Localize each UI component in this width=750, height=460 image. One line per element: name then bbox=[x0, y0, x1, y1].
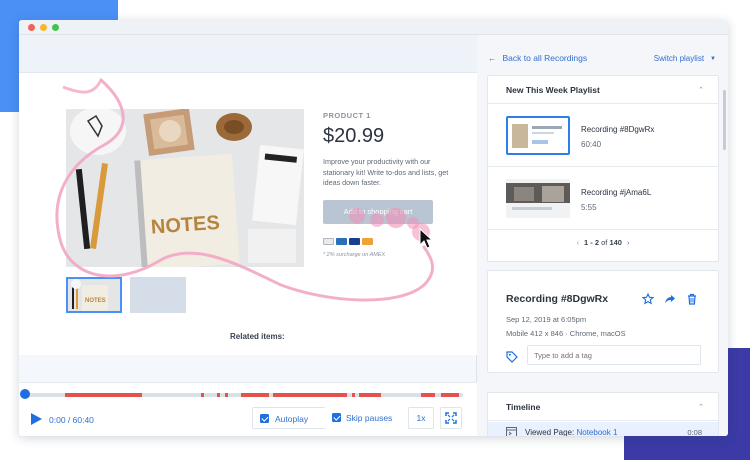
event-page-link[interactable]: Notebook 1 bbox=[576, 428, 617, 436]
maximize-window-dot[interactable] bbox=[52, 24, 59, 31]
product-thumbnail-1[interactable]: NOTES bbox=[66, 277, 122, 313]
amex-icon bbox=[336, 238, 347, 245]
skip-pauses-toggle[interactable]: Skip pauses bbox=[324, 407, 402, 429]
switch-playlist-dropdown[interactable]: Switch playlist ▼ bbox=[654, 54, 716, 63]
skip-pauses-checkbox[interactable] bbox=[332, 413, 341, 422]
related-items-heading: Related items: bbox=[230, 332, 285, 341]
chevron-up-icon[interactable]: ⌃ bbox=[698, 86, 704, 94]
recording-device: Mobile 412 x 846 · Chrome, macOS bbox=[506, 329, 626, 338]
mastercard-icon bbox=[362, 238, 373, 245]
replayed-page: NOTES NOTES PRODUCT 1 $20.99 Improve you… bbox=[19, 73, 477, 355]
event-segment bbox=[421, 393, 435, 397]
playlist-pagination: ‹ 1 - 2 of 140 › bbox=[488, 238, 718, 247]
pager-total: 140 bbox=[609, 238, 622, 247]
event-segment bbox=[217, 393, 220, 397]
replay-stage-header bbox=[19, 35, 477, 73]
product-price: $20.99 bbox=[323, 125, 385, 147]
product-thumbnail-2[interactable] bbox=[130, 277, 186, 313]
product-description: Improve your productivity with our stati… bbox=[323, 157, 449, 187]
event-segment bbox=[225, 393, 228, 397]
page-view-icon bbox=[506, 427, 517, 436]
visa-icon bbox=[349, 238, 360, 245]
timeline-panel: Timeline ⌃ Viewed Page: Notebook 1 0:08 bbox=[487, 392, 719, 436]
arrow-left-icon: ← bbox=[488, 53, 497, 63]
pager-range: 1 - 2 bbox=[584, 238, 600, 247]
event-segment bbox=[359, 393, 381, 397]
tag-input[interactable] bbox=[527, 345, 701, 365]
autoplay-label: Autoplay bbox=[275, 413, 309, 424]
event-segment bbox=[273, 393, 347, 397]
trash-icon[interactable] bbox=[686, 293, 698, 305]
product-label: PRODUCT 1 bbox=[323, 111, 371, 120]
skip-pauses-label: Skip pauses bbox=[346, 412, 393, 423]
timeline-event-text: Viewed Page: Notebook 1 bbox=[525, 428, 617, 436]
recording-date: Sep 12, 2019 at 6:05pm bbox=[506, 315, 587, 324]
event-segment bbox=[352, 393, 355, 397]
mouse-cursor-icon bbox=[419, 228, 434, 249]
recording-details-panel: Recording #8DgwRx Sep 12, 2019 at 6:05pm… bbox=[487, 270, 719, 373]
event-time: 0:08 bbox=[687, 428, 702, 436]
event-label: Viewed Page: bbox=[525, 428, 575, 436]
caret-down-icon: ▼ bbox=[710, 56, 716, 62]
chevron-right-icon[interactable]: › bbox=[627, 238, 630, 247]
recording-thumbnail bbox=[506, 179, 570, 218]
playback-timeline[interactable] bbox=[25, 393, 463, 397]
app-window: NOTES NOTES PRODUCT 1 $20.99 Improve you… bbox=[19, 20, 728, 436]
window-titlebar bbox=[19, 20, 728, 35]
event-segment bbox=[201, 393, 204, 397]
recording-actions bbox=[642, 293, 702, 305]
thumb-notes-text: NOTES bbox=[85, 298, 106, 304]
add-to-cart-button[interactable]: Add to shopping cart bbox=[323, 200, 433, 224]
playlist-panel: New This Week Playlist ⌃ Recording #8Dgw… bbox=[487, 75, 719, 262]
event-segment bbox=[441, 393, 459, 397]
playlist-title: New This Week Playlist bbox=[506, 85, 600, 95]
card-icon bbox=[323, 238, 334, 245]
event-segment bbox=[65, 393, 142, 397]
replay-pane: NOTES NOTES PRODUCT 1 $20.99 Improve you… bbox=[19, 35, 477, 436]
share-icon[interactable] bbox=[664, 293, 676, 305]
timeline-header[interactable]: Timeline ⌃ bbox=[488, 393, 718, 421]
timeline-event-row[interactable]: Viewed Page: Notebook 1 0:08 bbox=[488, 422, 718, 436]
back-to-recordings-link[interactable]: ← Back to all Recordings bbox=[488, 53, 587, 63]
player-controls: 0:00 / 60:40 Autoplay Skip pauses 1x bbox=[19, 382, 477, 436]
pager-of: of bbox=[601, 238, 608, 247]
playlist-header[interactable]: New This Week Playlist ⌃ bbox=[488, 76, 718, 104]
autoplay-checkbox[interactable] bbox=[260, 414, 269, 423]
back-link-label: Back to all Recordings bbox=[502, 53, 588, 63]
playlist-item-active[interactable]: Recording #8DgwRx 60:40 bbox=[488, 105, 718, 167]
recording-sidebar: ← Back to all Recordings Switch playlist ▼… bbox=[477, 35, 728, 436]
surcharge-note: * 2% surcharge on AMEX bbox=[323, 252, 386, 258]
recording-name: Recording #8DgwRx bbox=[581, 125, 655, 134]
playback-time: 0:00 / 60:40 bbox=[49, 415, 94, 425]
minimize-window-dot[interactable] bbox=[40, 24, 47, 31]
recording-detail-title: Recording #8DgwRx bbox=[506, 293, 609, 305]
timeline-title: Timeline bbox=[506, 402, 541, 412]
fullscreen-icon[interactable] bbox=[440, 407, 462, 429]
chevron-left-icon[interactable]: ‹ bbox=[577, 238, 580, 247]
switch-playlist-label: Switch playlist bbox=[653, 54, 705, 63]
recording-name: Recording #jAma6L bbox=[581, 188, 652, 197]
recording-duration: 60:40 bbox=[581, 140, 602, 149]
recording-duration: 5:55 bbox=[581, 203, 597, 212]
recording-thumbnail bbox=[506, 116, 570, 155]
product-image: NOTES bbox=[66, 109, 304, 267]
playlist-item[interactable]: Recording #jAma6L 5:55 bbox=[488, 168, 718, 230]
star-icon[interactable] bbox=[642, 293, 654, 305]
chevron-up-icon[interactable]: ⌃ bbox=[698, 403, 704, 411]
sidebar-scrollbar[interactable] bbox=[723, 90, 726, 150]
close-window-dot[interactable] bbox=[28, 24, 35, 31]
tag-icon bbox=[506, 351, 518, 363]
play-icon[interactable] bbox=[29, 412, 43, 426]
event-segment bbox=[241, 393, 269, 397]
playhead-handle[interactable] bbox=[20, 389, 30, 399]
playback-speed-button[interactable]: 1x bbox=[408, 407, 434, 429]
